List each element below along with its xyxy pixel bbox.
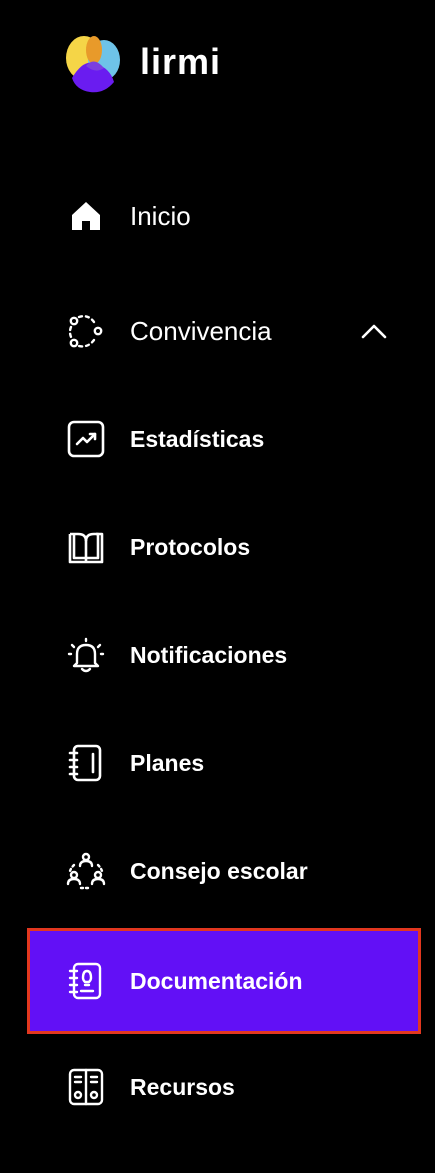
- nav-item-consejo-escolar[interactable]: Consejo escolar: [30, 821, 418, 921]
- nav-label-notificaciones: Notificaciones: [130, 641, 288, 668]
- nav-item-protocolos[interactable]: Protocolos: [30, 497, 418, 597]
- nav-label-planes: Planes: [130, 749, 205, 776]
- book-icon: [66, 527, 106, 567]
- nav-item-notificaciones[interactable]: Notificaciones: [30, 605, 418, 705]
- bell-icon: [66, 635, 106, 675]
- brand-logo[interactable]: lirmi: [64, 28, 221, 94]
- brand-name: lirmi: [140, 41, 222, 82]
- nav-item-planes[interactable]: Planes: [30, 713, 418, 813]
- nav-label-consejo-escolar: Consejo escolar: [130, 857, 308, 884]
- nav-item-recursos[interactable]: Recursos: [30, 1037, 418, 1137]
- lirmi-logo-icon: [66, 36, 120, 93]
- binders-icon: [66, 1067, 106, 1107]
- people-circle-icon: [66, 851, 106, 891]
- nav-label-recursos: Recursos: [130, 1073, 235, 1100]
- nav-label-inicio: Inicio: [130, 201, 191, 231]
- nav-item-documentacion[interactable]: Documentación: [27, 928, 421, 1034]
- nav-item-inicio[interactable]: Inicio: [30, 166, 418, 266]
- nav-label-estadisticas: Estadísticas: [130, 425, 265, 452]
- nav-label-documentacion: Documentación: [130, 967, 303, 994]
- idea-notebook-icon: [66, 961, 106, 1001]
- network-circle-icon: [66, 311, 106, 351]
- chevron-up-icon[interactable]: [360, 321, 388, 341]
- nav-item-convivencia[interactable]: Convivencia: [30, 281, 418, 381]
- nav-label-protocolos: Protocolos: [130, 533, 251, 560]
- chart-trend-icon: [66, 419, 106, 459]
- nav-label-convivencia: Convivencia: [130, 316, 272, 346]
- home-icon: [66, 196, 106, 236]
- nav-item-estadisticas[interactable]: Estadísticas: [30, 389, 418, 489]
- notebook-icon: [66, 743, 106, 783]
